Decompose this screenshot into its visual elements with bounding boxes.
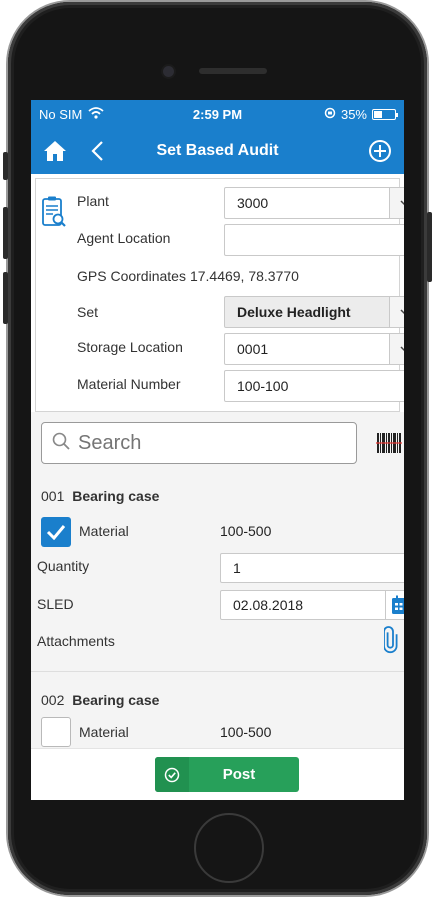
attachments-label: Attachments — [37, 633, 115, 649]
mute-switch — [3, 152, 8, 180]
material-number-value: 100-100 — [237, 378, 289, 394]
agent-location-label: Agent Location — [77, 230, 171, 246]
item-name: Bearing case — [72, 692, 160, 708]
volume-down-button — [3, 272, 8, 324]
home-button[interactable] — [194, 813, 264, 883]
check-circle-icon — [155, 757, 189, 792]
power-button — [427, 212, 432, 282]
set-select[interactable]: Deluxe Headlight — [224, 296, 404, 328]
sled-label: SLED — [37, 596, 74, 612]
storage-location-select[interactable]: 0001 — [224, 333, 404, 365]
item-list: 001 Bearing case Material 100-500 Quanti… — [31, 474, 404, 762]
sled-date-input[interactable]: 02.08.2018 — [220, 590, 404, 620]
gps-label: GPS Coordinates — [77, 268, 186, 284]
list-item: 001 Bearing case Material 100-500 Quanti… — [31, 474, 404, 672]
item-checkbox[interactable] — [41, 717, 71, 747]
storage-location-value: 0001 — [237, 341, 269, 357]
storage-location-chevron-down-icon[interactable] — [389, 334, 404, 364]
post-button[interactable]: Post — [155, 757, 299, 792]
status-time: 2:59 PM — [192, 106, 243, 122]
page-title: Set Based Audit — [156, 142, 279, 159]
plant-select[interactable]: 3000 — [224, 187, 404, 219]
bottom-action-bar: Post — [31, 748, 404, 800]
audit-header-form: Plant 3000 Agent Location GPS Coordinate… — [35, 178, 404, 412]
plant-value: 3000 — [237, 195, 269, 211]
search-input[interactable] — [78, 431, 338, 455]
item-number: 002 — [41, 692, 65, 708]
app-screen: No SIM 2:59 PM 35% Set Based Audit Plant… — [31, 100, 404, 800]
add-icon[interactable] — [364, 128, 396, 174]
header-bar: Set Based Audit — [31, 128, 404, 174]
set-label: Set — [77, 304, 99, 320]
material-number-input[interactable]: 100-100 — [224, 370, 404, 402]
sled-value: 02.08.2018 — [233, 597, 304, 613]
status-bar: No SIM 2:59 PM 35% — [31, 100, 404, 128]
item-name: Bearing case — [72, 488, 160, 504]
set-value: Deluxe Headlight — [237, 304, 351, 320]
material-label: Material — [79, 724, 129, 740]
set-chevron-down-icon[interactable] — [389, 297, 404, 327]
material-value: 100-500 — [220, 523, 272, 539]
plant-chevron-down-icon[interactable] — [389, 188, 404, 218]
quantity-value: 1 — [233, 560, 241, 576]
calendar-icon[interactable] — [385, 591, 404, 619]
checkmark-icon — [46, 525, 66, 540]
item-title: 002 Bearing case — [41, 692, 159, 708]
quantity-label: Quantity — [37, 558, 90, 574]
battery-icon — [372, 108, 398, 120]
item-number: 001 — [41, 488, 65, 504]
earpiece-speaker — [199, 68, 267, 74]
front-camera — [163, 66, 174, 77]
paperclip-icon[interactable] — [383, 626, 398, 659]
audit-document-icon — [41, 195, 67, 234]
quantity-input[interactable]: 1 — [220, 553, 404, 583]
post-label: Post — [222, 766, 256, 783]
plant-label: Plant — [77, 193, 109, 209]
search-row — [31, 412, 404, 474]
volume-up-button — [3, 207, 8, 259]
search-field[interactable] — [41, 422, 357, 464]
material-number-label: Material Number — [77, 376, 181, 392]
material-value: 100-500 — [220, 724, 272, 740]
gps-value: 17.4469, 78.3770 — [189, 268, 299, 284]
item-checkbox[interactable] — [41, 517, 71, 547]
search-icon — [52, 432, 70, 455]
item-title: 001 Bearing case — [41, 488, 159, 504]
agent-location-input[interactable] — [224, 224, 404, 256]
barcode-scanner-icon[interactable] — [376, 433, 402, 458]
material-label: Material — [79, 523, 129, 539]
storage-location-label: Storage Location — [77, 339, 183, 355]
